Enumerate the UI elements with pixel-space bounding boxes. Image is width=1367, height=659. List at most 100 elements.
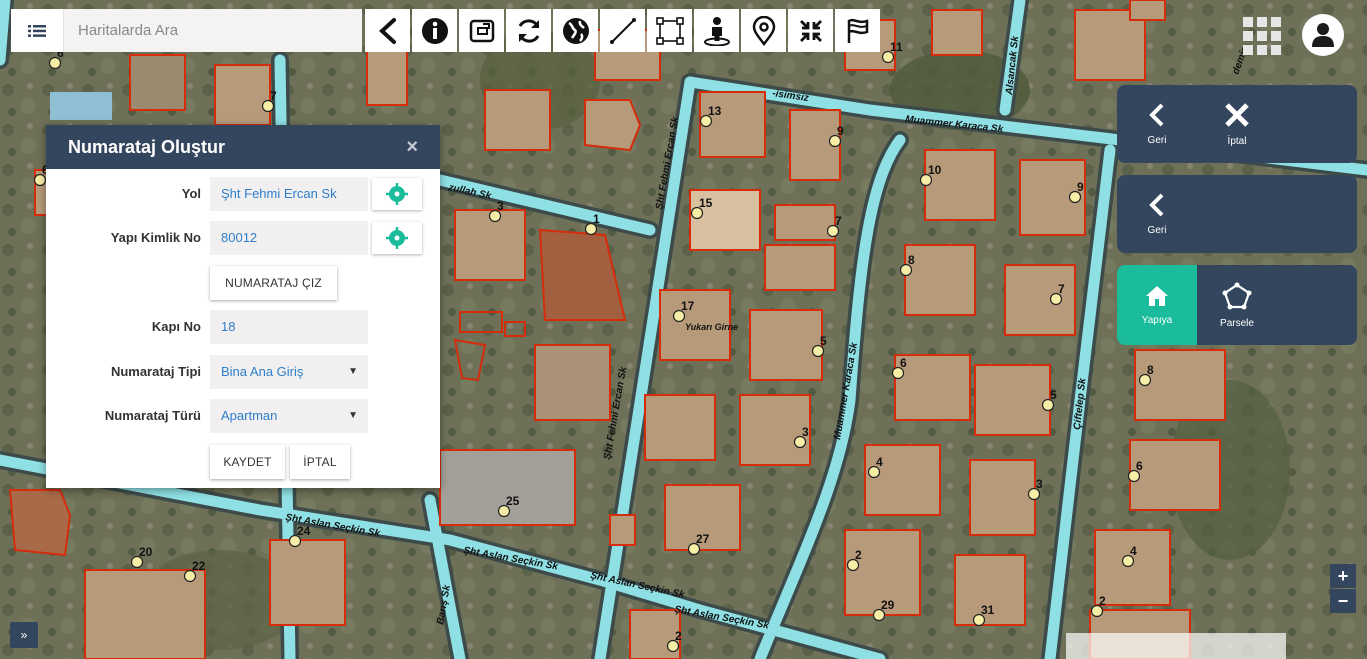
address-point-label: 7 — [835, 214, 842, 228]
window-icon — [469, 19, 494, 42]
location-tool-button[interactable] — [741, 9, 786, 52]
back-label: Geri — [1147, 224, 1167, 236]
polygon-select-icon — [655, 16, 684, 45]
building-id-row: Yapı Kimlik No 80012 — [46, 221, 440, 255]
zoom-in-button[interactable]: + — [1330, 564, 1356, 588]
road-field[interactable]: Şht Fehmi Ercan Sk — [210, 177, 368, 211]
refresh-icon — [518, 18, 539, 43]
type-label: Numarataj Tipi — [110, 364, 201, 379]
type-select-value: Bina Ana Giriş — [221, 364, 304, 379]
user-profile-button[interactable] — [1302, 14, 1344, 56]
close-icon — [1225, 102, 1249, 127]
back-button[interactable]: Geri — [1117, 85, 1197, 163]
action-panel-2: Geri — [1117, 175, 1357, 253]
address-point-label: 27 — [696, 532, 710, 546]
pick-building-button[interactable] — [372, 222, 422, 254]
caret-down-icon: ▼ — [348, 366, 358, 377]
address-point-label: 3 — [802, 425, 809, 439]
address-point-label: 2 — [1099, 594, 1106, 608]
search-bar — [11, 9, 362, 52]
cancel-button[interactable]: İptal — [1197, 85, 1277, 163]
line-tool-button[interactable] — [600, 9, 645, 52]
address-point-label: 9 — [837, 124, 844, 138]
save-button[interactable]: KAYDET — [210, 445, 285, 479]
building-id-field[interactable]: 80012 — [210, 221, 368, 255]
info-tool-button[interactable] — [412, 9, 457, 52]
numarataj-dialog: Numarataj Oluştur × Yol Şht Fehmi Ercan … — [46, 125, 440, 488]
address-point-label: 5 — [820, 334, 827, 348]
collapse-icon — [799, 19, 822, 42]
address-point-label: 31 — [981, 603, 995, 617]
collapse-tool-button[interactable] — [788, 9, 833, 52]
address-point-label: 7 — [270, 89, 277, 103]
map-toolbar — [365, 9, 880, 52]
address-point-label: 2 — [675, 629, 682, 643]
crosshair-icon — [386, 183, 408, 205]
building-id-label: Yapı Kimlik No — [110, 230, 201, 245]
list-icon — [28, 24, 46, 37]
door-no-row: Kapı No 18 — [46, 310, 440, 344]
pentagon-icon — [1222, 282, 1252, 309]
info-icon — [421, 17, 448, 44]
expand-panel-button[interactable]: » — [10, 622, 38, 648]
address-point-label: 13 — [708, 104, 722, 118]
dialog-title: Numarataj Oluştur — [68, 136, 226, 157]
address-point-label: 7 — [1058, 282, 1065, 296]
to-parcel-button[interactable]: Parsele — [1197, 265, 1277, 345]
type-row: Numarataj Tipi Bina Ana Giriş ▼ — [46, 355, 440, 389]
draw-numarataj-button[interactable]: NUMARATAJ ÇIZ — [210, 266, 337, 300]
address-point-label: 24 — [297, 524, 311, 538]
flag-tool-button[interactable] — [835, 9, 880, 52]
road-label: Yol — [181, 186, 201, 201]
globe-icon — [562, 17, 589, 44]
basemap-tool-button[interactable] — [553, 9, 598, 52]
kind-select[interactable]: Apartman ▼ — [210, 399, 368, 433]
target-panel: Yapıya Parsele — [1117, 265, 1357, 345]
chevron-left-icon — [1149, 103, 1164, 126]
door-no-field[interactable]: 18 — [210, 310, 368, 344]
polygon-select-tool-button[interactable] — [647, 9, 692, 52]
address-point-label: 25 — [506, 494, 520, 508]
home-icon — [1146, 285, 1168, 306]
map-pin-icon — [752, 15, 775, 46]
street-view-tool-button[interactable] — [694, 9, 739, 52]
address-point-label: 20 — [139, 545, 153, 559]
cancel-dialog-button[interactable]: İPTAL — [290, 445, 350, 479]
dialog-close-button[interactable]: × — [406, 136, 418, 159]
address-point-label: 15 — [699, 196, 713, 210]
pick-road-button[interactable] — [372, 178, 422, 210]
kind-row: Numarataj Türü Apartman ▼ — [46, 399, 440, 433]
crosshair-icon — [386, 227, 408, 249]
flag-icon — [847, 18, 868, 43]
to-building-label: Yapıya — [1141, 314, 1173, 326]
to-building-button[interactable]: Yapıya — [1117, 265, 1197, 345]
address-point-label: 29 — [881, 598, 895, 612]
kind-label: Numarataj Türü — [104, 408, 201, 423]
address-point-label: 1 — [593, 212, 600, 226]
address-point-label: 6 — [900, 356, 907, 370]
back-label: Geri — [1147, 134, 1167, 146]
address-point-label: 6 — [1136, 459, 1143, 473]
zoom-out-button[interactable]: − — [1330, 589, 1356, 613]
caret-down-icon: ▼ — [348, 410, 358, 421]
address-point-label: 5 — [1050, 388, 1057, 402]
cancel-label: İptal — [1227, 135, 1247, 147]
address-point-label: 17 — [681, 299, 695, 313]
refresh-tool-button[interactable] — [506, 9, 551, 52]
back-button-2[interactable]: Geri — [1117, 175, 1197, 253]
type-select[interactable]: Bina Ana Giriş ▼ — [210, 355, 368, 389]
apps-grid-button[interactable] — [1243, 17, 1281, 55]
action-panel-1: Geri İptal — [1117, 85, 1357, 163]
address-point-label: 9 — [1077, 180, 1084, 194]
person-location-icon — [703, 16, 730, 46]
address-point-label: 3 — [1036, 477, 1043, 491]
chevron-left-icon — [1149, 193, 1164, 216]
line-icon — [609, 17, 636, 44]
address-point-label: 22 — [192, 559, 206, 573]
layer-list-button[interactable] — [11, 9, 64, 52]
address-point-label: 11 — [890, 40, 903, 54]
back-tool-button[interactable] — [365, 9, 410, 52]
window-tool-button[interactable] — [459, 9, 504, 52]
to-parcel-label: Parsele — [1220, 317, 1254, 329]
search-input[interactable] — [64, 9, 362, 52]
